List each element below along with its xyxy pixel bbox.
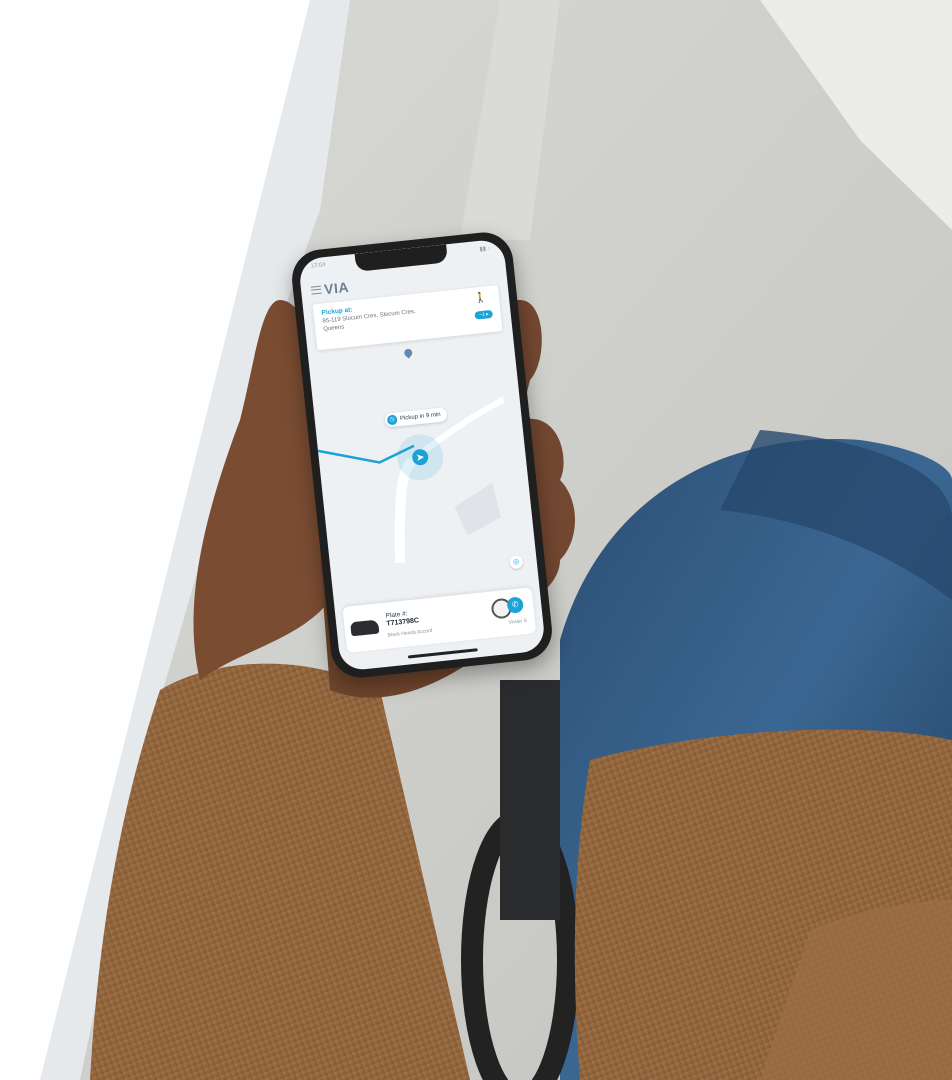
walking-person-icon: 🚶 xyxy=(473,292,488,305)
menu-icon[interactable] xyxy=(310,285,322,295)
walk-time-badge: ~1 ▸ xyxy=(474,309,494,320)
map-view[interactable]: ◷ Pickup in 9 min ➤ ◎ xyxy=(308,330,539,602)
status-icons: ▮▮ ◦ xyxy=(479,245,491,253)
photo-scene: 12:04 ▮▮ ◦ VIA Pickup at: 85-119 Slocum … xyxy=(0,0,952,1080)
car-image xyxy=(350,619,380,637)
eta-text: Pickup in 9 min xyxy=(399,411,441,423)
app-logo: VIA xyxy=(323,278,350,298)
car-model: Black Honda Accord xyxy=(387,627,433,639)
app-header: VIA xyxy=(310,278,350,299)
phone-screen: 12:04 ▮▮ ◦ VIA Pickup at: 85-119 Slocum … xyxy=(297,238,547,672)
clock-icon: ◷ xyxy=(386,414,398,426)
smartphone: 12:04 ▮▮ ◦ VIA Pickup at: 85-119 Slocum … xyxy=(289,229,555,681)
call-button[interactable]: ✆ xyxy=(506,596,524,614)
wheelchair-frame xyxy=(500,680,560,920)
home-indicator xyxy=(407,648,478,659)
driver-name: Vivian S xyxy=(508,617,528,626)
recenter-icon[interactable]: ◎ xyxy=(509,555,524,570)
status-time: 12:04 xyxy=(310,262,326,270)
